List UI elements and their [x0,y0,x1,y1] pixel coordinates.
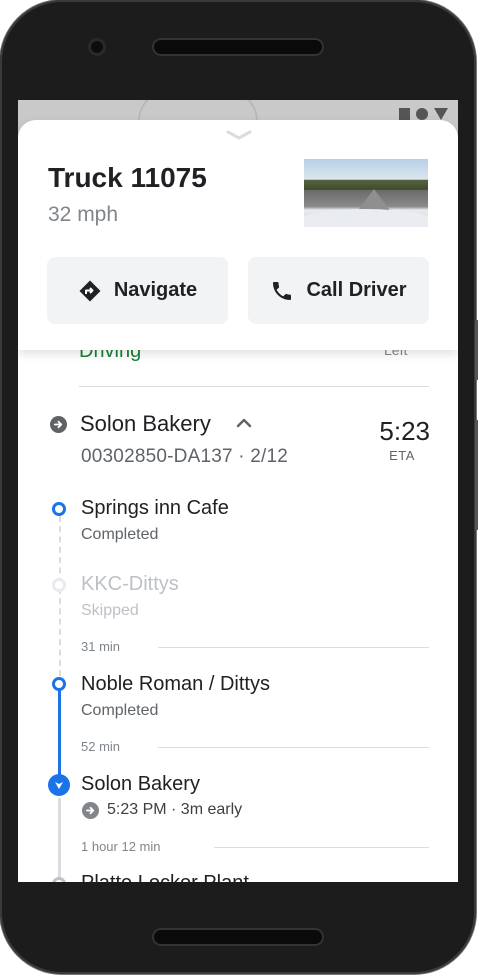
eta-time: 5:23 [379,416,430,446]
divider [79,386,429,387]
timeline-connector-upcoming [58,798,61,882]
divider [214,847,429,848]
stop-name[interactable]: Noble Roman / Dittys [81,673,270,696]
navigate-button[interactable]: Navigate [47,257,228,324]
phone-frame: Driving Left Solon Bakery 00302850-DA137… [0,0,478,974]
route-id: 00302850-DA137 · 2/12 [81,446,289,467]
vehicle-card: Truck 11075 32 mph Navigate Call Driver [18,120,458,350]
directions-diamond-icon [78,279,102,303]
navigation-arrow-icon [48,774,70,796]
chevron-down-icon[interactable] [224,128,254,142]
duration-label: 52 min [81,739,121,754]
status-bar-icons [399,108,448,120]
divider [158,747,429,748]
front-camera [88,38,106,56]
timeline-connector-completed [58,690,61,785]
duration-label: 31 min [81,639,121,654]
phone-icon [270,279,294,303]
screen: Driving Left Solon Bakery 00302850-DA137… [18,100,458,882]
stop-marker-completed [52,677,66,691]
arrow-circle-icon [50,416,67,433]
stop-marker-skipped [52,578,66,592]
stop-status: Completed [81,526,159,543]
vehicle-name: Truck 11075 [48,162,207,193]
stop-name[interactable]: Springs inn Cafe [81,497,229,520]
signal-icon [416,108,428,120]
call-driver-label: Call Driver [306,279,407,301]
chevron-up-icon[interactable] [236,416,252,434]
dashcam-thumbnail[interactable] [304,159,428,227]
navigate-label: Navigate [113,279,198,301]
route-name: Solon Bakery [80,411,211,436]
arrival-info: 5:23 PM · 3m early [82,801,242,819]
arrival-time: 5:23 PM · 3m early [107,801,243,818]
stop-status: Skipped [81,602,139,619]
bottom-speaker [152,928,324,946]
call-driver-button[interactable]: Call Driver [248,257,429,324]
stop-name[interactable]: Solon Bakery [81,773,200,796]
timeline-connector-dashed [59,516,61,676]
stop-name[interactable]: KKC-Dittys [81,573,179,596]
vehicle-speed: 32 mph [48,203,119,226]
eta-label: ETA [389,448,415,463]
divider [158,647,429,648]
top-speaker [152,38,324,56]
battery-icon [399,108,410,120]
duration-label: 1 hour 12 min [81,839,161,854]
stop-status: Completed [81,702,159,719]
wifi-icon [434,108,448,120]
stop-name[interactable]: Platte Locker Plant [81,872,249,882]
stop-marker-upcoming [52,877,66,882]
arrow-circle-icon [82,801,99,819]
stop-marker-completed [52,502,66,516]
